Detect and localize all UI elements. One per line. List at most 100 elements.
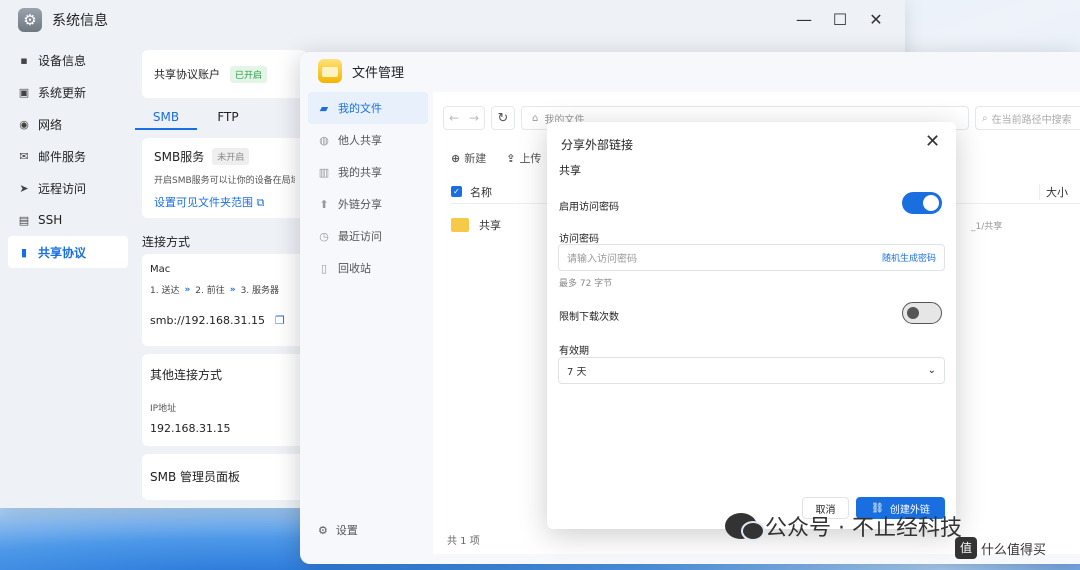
step-2: 2. 前往 — [195, 286, 225, 296]
fm-sidebar-item-label: 外链分享 — [338, 198, 382, 211]
clock-icon: ◷ — [319, 229, 329, 243]
smb-service-title: SMB服务 — [154, 150, 205, 164]
external-link-icon: ⧉ — [256, 196, 265, 209]
dialog-section: 共享 — [559, 164, 581, 177]
send-icon: ➤ — [19, 181, 29, 195]
status-badge: 未开启 — [212, 148, 250, 165]
settings-button[interactable]: ⚙ 设置 — [318, 522, 358, 538]
settings-label: 设置 — [335, 524, 358, 537]
sidebar-item[interactable]: ▪ 设备信息 — [8, 44, 128, 76]
watermark-text: 公众号 · 不止经科技 — [765, 516, 962, 541]
mac-steps: 1. 送达 » 2. 前往 » 3. 服务器 — [150, 283, 299, 297]
sidebar-item[interactable]: ◉ 网络 — [8, 108, 128, 140]
sidebar-item[interactable]: ▮ 共享协议 — [8, 236, 128, 268]
enable-password-toggle[interactable] — [902, 192, 942, 214]
sidebar-item-label: SSH — [38, 213, 63, 227]
folder-icon — [451, 218, 469, 232]
new-label: 新建 — [464, 152, 487, 165]
other-connect-card: 其他连接方式 IP地址 192.168.31.15 — [142, 354, 307, 446]
minimize-button[interactable]: — — [786, 10, 822, 29]
share-account-card[interactable]: 共享协议账户 已开启 — [142, 50, 307, 98]
enable-password-label: 启用访问密码 — [559, 202, 619, 213]
fm-sidebar-item[interactable]: ▰ 我的文件 — [308, 92, 428, 124]
close-icon[interactable]: ✕ — [925, 131, 940, 152]
share-link-dialog: 分享外部链接 ✕ 共享 启用访问密码 访问密码 请输入访问密码 随机生成密码 最… — [547, 122, 956, 529]
smb-service-card: SMB服务 未开启 开启SMB服务可以让你的设备在局域 设置可见文件夹范围 ⧉ — [142, 138, 307, 218]
password-input[interactable]: 请输入访问密码 随机生成密码 — [558, 244, 945, 271]
watermark: 公众号 · 不止经科技 — [725, 510, 962, 542]
column-size[interactable]: 大小 — [1039, 184, 1068, 200]
password-label: 访问密码 — [559, 234, 599, 245]
status-badge: 已开启 — [230, 65, 268, 83]
sidebar-item-label: 网络 — [38, 117, 63, 132]
fm-sidebar-item-label: 他人共享 — [338, 134, 382, 147]
file-toolbar: ⊕ 新建 ⇪ 上传 — [451, 150, 541, 166]
fm-sidebar-item-label: 回收站 — [338, 262, 371, 275]
select-all-checkbox[interactable]: ✓ — [451, 186, 462, 197]
update-icon: ▣ — [18, 85, 30, 99]
sidebar-item[interactable]: ➤ 远程访问 — [8, 172, 128, 204]
upload-button[interactable]: ⇪ 上传 — [506, 150, 541, 166]
site-watermark: 值 什么值得买 — [955, 537, 1046, 559]
validity-select[interactable]: 7 天 ⌄ — [558, 357, 945, 384]
window-titlebar: ⚙ 系统信息 — [18, 8, 108, 32]
smb-address: smb://192.168.31.15 — [150, 314, 266, 327]
sidebar-item-label: 共享协议 — [38, 245, 87, 260]
window-title: 文件管理 — [352, 65, 405, 81]
share-protocol-content: 共享协议账户 已开启 SMB FTP SMB服务 未开启 开启SMB服务可以让你… — [135, 44, 307, 500]
search-placeholder: 在当前路径中搜索 — [991, 114, 1072, 126]
limit-downloads-label: 限制下载次数 — [559, 312, 619, 323]
file-name: 共享 — [479, 219, 501, 232]
chevron-down-icon: ⌄ — [927, 365, 936, 376]
close-button[interactable]: ✕ — [858, 10, 894, 29]
folder-icon: ▰ — [319, 101, 329, 115]
fm-sidebar-item[interactable]: ◍ 他人共享 — [308, 124, 428, 156]
dialog-title: 分享外部链接 — [561, 138, 634, 152]
fm-sidebar-item[interactable]: ◷ 最近访问 — [308, 220, 428, 252]
sidebar-item-label: 远程访问 — [38, 181, 87, 196]
sidebar-item-label: 邮件服务 — [38, 149, 87, 164]
chevron-right-icon: » — [229, 284, 236, 295]
step-1: 1. 送达 — [150, 286, 180, 296]
fm-sidebar-item-label: 最近访问 — [338, 230, 382, 243]
site-watermark-text: 什么值得买 — [981, 542, 1047, 558]
window-title: 系统信息 — [52, 13, 108, 29]
document-icon: ▮ — [20, 245, 28, 259]
nav-buttons: ← → — [443, 106, 485, 130]
column-name[interactable]: 名称 — [470, 184, 492, 200]
refresh-icon[interactable]: ↻ — [491, 106, 515, 130]
item-count: 共 1 项 — [447, 536, 480, 547]
validity-label: 有效期 — [559, 346, 589, 357]
sidebar-item[interactable]: ▣ 系统更新 — [8, 76, 128, 108]
mail-icon: ✉ — [19, 149, 29, 163]
forward-arrow-icon[interactable]: → — [469, 111, 479, 125]
globe-icon: ◉ — [19, 117, 29, 131]
trash-icon: ▯ — [320, 261, 328, 275]
fm-sidebar-item[interactable]: ⬆ 外链分享 — [308, 188, 428, 220]
gear-icon: ⚙ — [318, 523, 328, 537]
limit-downloads-toggle[interactable] — [902, 302, 942, 324]
sidebar-item[interactable]: ✉ 邮件服务 — [8, 140, 128, 172]
visible-folder-link[interactable]: 设置可见文件夹范围 ⧉ — [154, 194, 295, 210]
copy-icon[interactable]: ❐ — [275, 314, 285, 327]
smb-description: 开启SMB服务可以让你的设备在局域 — [154, 176, 295, 186]
sidebar-item-label: 系统更新 — [38, 85, 87, 100]
settings-gear-icon: ⚙ — [18, 8, 42, 32]
smb-admin-panel[interactable]: SMB 管理员面板 — [142, 454, 307, 500]
fm-sidebar-item[interactable]: ▥ 我的共享 — [308, 156, 428, 188]
fm-sidebar-item[interactable]: ▯ 回收站 — [308, 252, 428, 284]
mac-label: Mac — [150, 264, 171, 275]
new-button[interactable]: ⊕ 新建 — [451, 150, 486, 166]
fm-sidebar-item-label: 我的文件 — [338, 102, 382, 115]
sidebar-item[interactable]: ▤ SSH — [8, 204, 128, 236]
tab-smb[interactable]: SMB — [135, 108, 197, 130]
maximize-button[interactable]: ☐ — [822, 10, 858, 29]
search-input[interactable]: ⌕ 在当前路径中搜索 — [975, 106, 1080, 130]
generate-password-link[interactable]: 随机生成密码 — [882, 251, 936, 264]
site-badge: 值 — [955, 537, 977, 559]
tab-ftp[interactable]: FTP — [197, 108, 259, 130]
protocol-tabs: SMB FTP — [135, 108, 305, 130]
other-connect-title: 其他连接方式 — [150, 368, 223, 382]
users-icon: ◍ — [319, 133, 329, 147]
back-arrow-icon[interactable]: ← — [449, 111, 459, 125]
